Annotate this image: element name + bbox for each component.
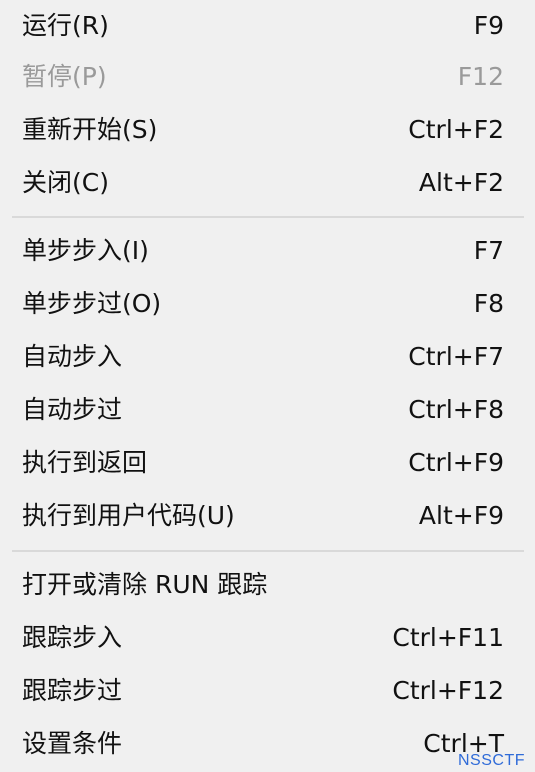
menu-item-pause: 暂停(P) F12 — [0, 51, 535, 103]
menu-item-shortcut: F9 — [473, 11, 504, 40]
menu-item-step-over[interactable]: 单步步过(O) F8 — [0, 278, 535, 330]
watermark: NSSCTF — [458, 752, 525, 769]
menu-item-shortcut: Alt+F2 — [418, 168, 504, 197]
menu-item-shortcut: Ctrl+F7 — [408, 342, 504, 371]
menu-item-label: 运行(R) — [22, 11, 109, 40]
menu-item-shortcut: Ctrl+F8 — [408, 395, 504, 424]
menu-separator — [12, 550, 524, 552]
menu-item-label: 跟踪步过 — [22, 676, 123, 705]
menu-item-shortcut: Ctrl+F9 — [408, 448, 504, 477]
menu-item-shortcut: Ctrl+F12 — [392, 676, 504, 705]
menu-item-step-into[interactable]: 单步步入(I) F7 — [0, 225, 535, 277]
menu-item-label: 执行到返回 — [22, 448, 148, 477]
menu-item-animate-into[interactable]: 自动步入 Ctrl+F7 — [0, 331, 535, 383]
menu-item-shortcut: Alt+F9 — [418, 501, 504, 530]
menu-item-shortcut: Ctrl+F2 — [408, 115, 504, 144]
menu-item-label: 暂停(P) — [22, 62, 107, 91]
menu-item-label: 单步步入(I) — [22, 236, 149, 265]
menu-item-label: 自动步入 — [22, 342, 123, 371]
menu-item-label: 跟踪步入 — [22, 623, 123, 652]
menu-item-set-condition[interactable]: 设置条件 Ctrl+T — [0, 718, 535, 770]
menu-item-label: 关闭(C) — [22, 168, 109, 197]
menu-item-close[interactable]: 关闭(C) Alt+F2 — [0, 157, 535, 209]
menu-item-execute-till-user-code[interactable]: 执行到用户代码(U) Alt+F9 — [0, 490, 535, 542]
menu-item-trace-into[interactable]: 跟踪步入 Ctrl+F11 — [0, 612, 535, 664]
menu-item-label: 单步步过(O) — [22, 289, 162, 318]
menu-item-restart[interactable]: 重新开始(S) Ctrl+F2 — [0, 104, 535, 156]
menu-item-label: 设置条件 — [22, 729, 123, 758]
menu-item-label: 打开或清除 RUN 跟踪 — [22, 570, 268, 599]
menu-item-execute-till-return[interactable]: 执行到返回 Ctrl+F9 — [0, 437, 535, 489]
menu-separator — [12, 216, 524, 218]
menu-item-trace-over[interactable]: 跟踪步过 Ctrl+F12 — [0, 665, 535, 717]
menu-item-label: 重新开始(S) — [22, 115, 158, 144]
menu-item-label: 执行到用户代码(U) — [22, 501, 235, 530]
menu-item-shortcut: F8 — [473, 289, 504, 318]
menu-item-run[interactable]: 运行(R) F9 — [0, 0, 535, 52]
menu-item-shortcut: F7 — [473, 236, 504, 265]
menu-item-animate-over[interactable]: 自动步过 Ctrl+F8 — [0, 384, 535, 436]
menu-item-label: 自动步过 — [22, 395, 123, 424]
menu-item-shortcut: F12 — [457, 62, 504, 91]
debug-menu: 运行(R) F9 暂停(P) F12 重新开始(S) Ctrl+F2 关闭(C)… — [0, 0, 535, 772]
menu-item-shortcut: Ctrl+F11 — [392, 623, 504, 652]
menu-item-toggle-run-trace[interactable]: 打开或清除 RUN 跟踪 — [0, 559, 535, 611]
